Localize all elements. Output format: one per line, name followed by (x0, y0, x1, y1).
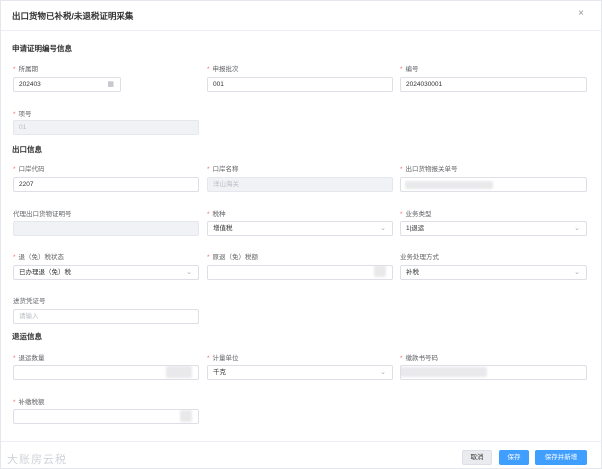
save-button[interactable]: 保存 (499, 450, 529, 465)
item-no-input: 01 (13, 120, 199, 135)
port-code-input[interactable]: 2207 (13, 177, 199, 192)
tax-payment-no-label: * 缴款书号码 (400, 355, 439, 362)
invoice-no-label: 进货凭证号 (13, 298, 46, 305)
redacted-value (405, 181, 493, 189)
chevron-down-icon: ⌄ (186, 269, 192, 276)
refund-status-select[interactable]: 已办理退（免）税 ⌄ (13, 265, 199, 280)
redacted-value (374, 266, 386, 277)
dialog: 出口货物已补税/未退税证明采集 × 申请证明编号信息 * 所属期 202403 ▦… (0, 0, 602, 469)
agent-cert-no-label: 代理出口货物证明号 (13, 211, 72, 218)
close-icon[interactable]: × (578, 8, 584, 19)
unit-label: * 计量单位 (207, 355, 239, 362)
orig-tax-label: * 原退（免）税额 (207, 254, 259, 261)
batch-label: * 申报批次 (207, 66, 239, 73)
footer-divider (1, 441, 602, 442)
dialog-title: 出口货物已补税/未退税证明采集 (12, 11, 134, 21)
invoice-no-input[interactable]: 请输入 (13, 309, 199, 324)
batch-input[interactable]: 001 (207, 77, 393, 92)
cancel-button[interactable]: 取消 (462, 450, 492, 465)
tax-type-select[interactable]: 增值税 ⌄ (207, 221, 393, 236)
section-refund-info: 退运信息 (12, 332, 42, 341)
process-method-label: 业务处理方式 (400, 254, 439, 261)
number-input[interactable]: 2024030001 (400, 77, 587, 92)
tax-payment-no-input[interactable] (400, 365, 587, 380)
process-method-select[interactable]: 补税 ⌄ (400, 265, 587, 280)
refund-status-label: * 退（免）税状态 (13, 254, 65, 261)
chevron-down-icon: ⌄ (380, 369, 386, 376)
orig-tax-input[interactable] (207, 265, 393, 280)
customs-no-input[interactable] (400, 177, 587, 192)
section-export-info: 出口信息 (12, 145, 42, 154)
section-apply-info: 申请证明编号信息 (12, 44, 72, 53)
period-label: * 所属期 (13, 66, 39, 73)
save-and-new-button[interactable]: 保存并新增 (535, 450, 587, 465)
redacted-value (166, 366, 192, 378)
port-name-label: * 口岸名称 (207, 166, 239, 173)
agent-cert-no-input (13, 221, 199, 236)
calendar-icon: ▦ (107, 81, 114, 88)
port-name-input: 洋山海关 (207, 177, 393, 192)
return-qty-label: * 退运数量 (13, 355, 45, 362)
period-date-input[interactable]: 202403 ▦ (13, 77, 121, 92)
port-code-label: * 口岸代码 (13, 166, 45, 173)
return-qty-input[interactable] (13, 365, 199, 380)
back-tax-input[interactable] (13, 409, 199, 424)
tax-type-label: * 税种 (207, 211, 226, 218)
header-divider (1, 30, 602, 31)
watermark: 大账房云税 (7, 454, 67, 466)
unit-select[interactable]: 千克 ⌄ (207, 365, 393, 380)
redacted-value (180, 410, 192, 422)
biz-type-select[interactable]: 1|退运 ⌄ (400, 221, 587, 236)
back-tax-label: * 补缴税额 (13, 399, 45, 406)
item-no-label: * 项号 (13, 111, 32, 118)
biz-type-label: * 业务类型 (400, 211, 432, 218)
redacted-value (401, 367, 487, 377)
chevron-down-icon: ⌄ (574, 269, 580, 276)
chevron-down-icon: ⌄ (380, 225, 386, 232)
customs-no-label: * 出口货物报关单号 (400, 166, 458, 173)
number-label: * 编号 (400, 66, 419, 73)
chevron-down-icon: ⌄ (574, 225, 580, 232)
